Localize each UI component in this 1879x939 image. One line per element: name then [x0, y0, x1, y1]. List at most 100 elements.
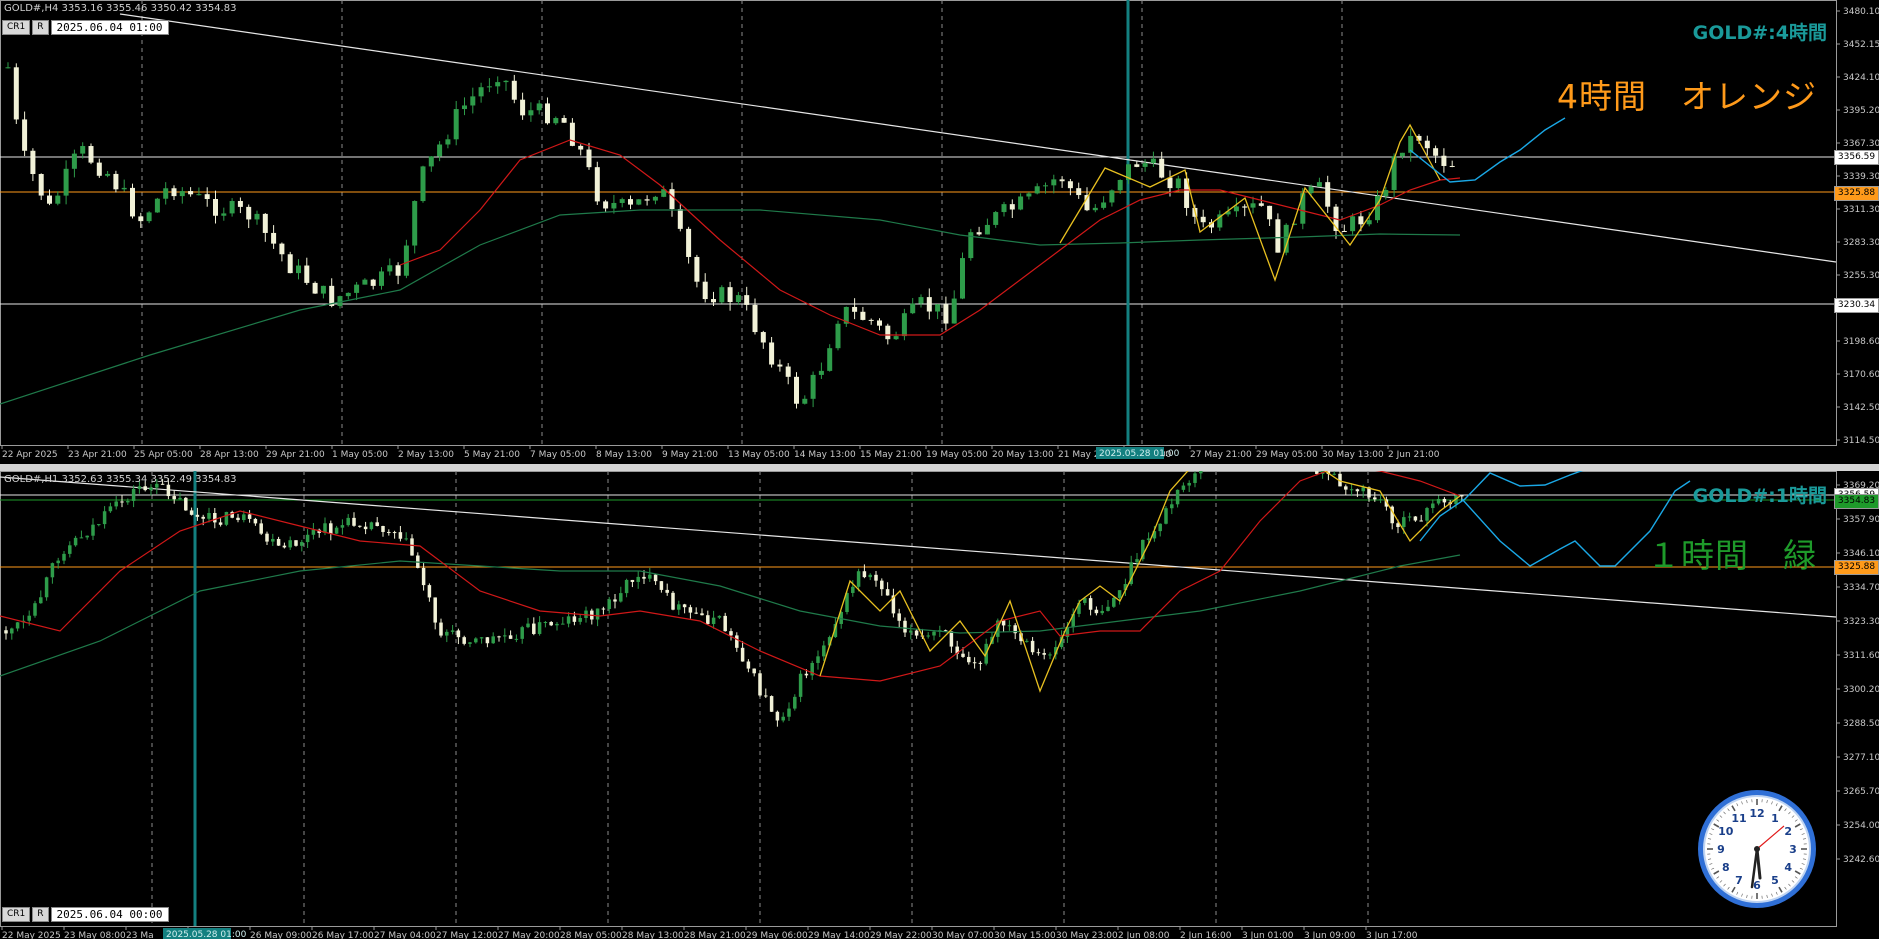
candle-body: [1441, 155, 1447, 166]
candle-body: [15, 622, 20, 629]
time-axis-label: 5 May 21:00: [464, 450, 520, 460]
candle-body: [723, 615, 727, 632]
candle-body: [288, 540, 292, 548]
candle-body: [381, 526, 385, 532]
candle-body: [30, 150, 36, 175]
candle-body: [312, 282, 318, 294]
time-axis-label: 27 May 04:00: [374, 931, 436, 939]
candle-body: [961, 653, 965, 657]
time-axis-label: 28 May 05:00: [560, 931, 622, 939]
candle-body: [549, 622, 553, 626]
candle-body: [311, 529, 316, 535]
candle-body: [960, 258, 965, 299]
candle-body: [910, 303, 916, 314]
candle-body: [96, 162, 102, 176]
h4-annotation: 4時間 オレンジ: [1557, 77, 1817, 116]
candle-body: [265, 533, 269, 542]
candle-body: [652, 196, 658, 201]
candle-body: [669, 189, 675, 210]
candle-body: [491, 636, 495, 644]
h1-datetime-box[interactable]: 2025.06.04 00:00: [50, 907, 169, 922]
candle-body: [131, 488, 136, 501]
candle-body: [195, 514, 200, 517]
candle-body: [294, 540, 298, 546]
candle-body: [420, 166, 426, 202]
candle-body: [1442, 498, 1447, 503]
candle-body: [1018, 196, 1024, 210]
candle-body: [901, 313, 907, 337]
candle-body: [114, 501, 118, 507]
candle-body: [1325, 182, 1331, 207]
candle-body: [775, 711, 780, 721]
h4-r-button[interactable]: R: [32, 20, 49, 35]
candle-body: [50, 563, 55, 578]
candle-body: [354, 284, 360, 293]
candle-body: [1117, 590, 1122, 598]
candle-body: [398, 532, 403, 539]
candle-body: [497, 636, 501, 638]
h4-datetime-box[interactable]: 2025.06.04 01:00: [50, 20, 169, 35]
candle-body: [700, 613, 704, 616]
candle-body: [1275, 219, 1281, 253]
candle-body: [545, 103, 550, 124]
h4-chart-panel[interactable]: 3480.10 3452.15 3424.10 3395.20 3367.30 3339.…: [0, 0, 1879, 464]
time-axis-label: 23 Ma: [126, 931, 154, 939]
candle-body: [1001, 204, 1007, 213]
time-axis-label: 14 May 13:00: [794, 450, 856, 460]
h1-cr-button[interactable]: CR1: [2, 907, 31, 922]
candle-body: [379, 271, 384, 286]
candle-body: [1358, 216, 1364, 225]
candle-body: [874, 574, 878, 581]
price-axis-label: 3346.10: [1843, 549, 1879, 559]
candle-body: [166, 484, 171, 497]
candle-body: [787, 708, 791, 717]
candle-body: [595, 608, 600, 620]
candle-body: [794, 376, 799, 404]
time-axis-label: 29 Apr 21:00: [266, 450, 325, 460]
h4-cr-button[interactable]: CR1: [2, 20, 31, 35]
candle-body: [735, 295, 741, 303]
candle-body: [711, 299, 716, 303]
candle-body: [1142, 163, 1148, 167]
clock-hour-number: 12: [1749, 807, 1764, 820]
candle-body: [184, 497, 188, 511]
candle-body: [1366, 220, 1372, 225]
candle-body: [433, 597, 437, 623]
candle-body: [949, 631, 954, 647]
candle-body: [304, 265, 310, 283]
candle-body: [851, 586, 855, 593]
candle-body: [677, 209, 683, 229]
candle-body: [816, 656, 820, 663]
candle-body: [1431, 503, 1435, 509]
h1-chart-panel[interactable]: 3392.303380.903369.203357.903346.103334.…: [0, 471, 1879, 939]
time-axis-label: 30 May 15:00: [994, 931, 1056, 939]
cursor-date-label: 2025.05.28 01:00: [1099, 449, 1180, 459]
candle-body: [474, 638, 478, 643]
candle-body: [827, 348, 833, 371]
candle-body: [362, 279, 368, 285]
time-axis-label: 20 May 13:00: [992, 450, 1054, 460]
panel-separator[interactable]: [0, 464, 1879, 471]
h1-chart-canvas[interactable]: 3392.303380.903369.203357.903346.103334.…: [0, 471, 1879, 939]
candle-body: [976, 232, 982, 235]
price-axis-label: 3339.30: [1843, 172, 1879, 182]
h4-price-box-white-lower: 3230.34: [1834, 298, 1879, 313]
candle-body: [207, 513, 211, 519]
zigzag-line: [1059, 123, 1441, 282]
candle-body: [282, 545, 287, 548]
candle-body: [619, 593, 623, 602]
price-axis-label: 3254.00: [1843, 821, 1879, 831]
candle-body: [1159, 158, 1165, 178]
candle-body: [1383, 189, 1389, 197]
clock-hour-number: 6: [1753, 879, 1761, 892]
candle-body: [1344, 486, 1348, 490]
candle-body: [860, 311, 866, 320]
candle-body: [213, 199, 218, 216]
candle-body: [33, 603, 37, 616]
h1-r-button[interactable]: R: [32, 907, 49, 922]
candle-body: [276, 538, 281, 546]
candle-body: [1315, 471, 1319, 474]
candle-body: [247, 514, 252, 519]
time-axis-label: 23 May 08:00: [64, 931, 126, 939]
price-axis-label: 3323.30: [1843, 617, 1879, 627]
